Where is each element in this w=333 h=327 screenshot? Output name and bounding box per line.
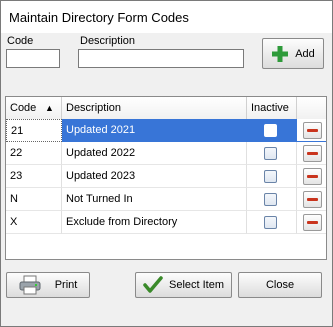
codes-table: Code ▲ Description Inactive 21 Updated 20…: [5, 96, 327, 260]
sort-ascending-icon: ▲: [45, 103, 54, 113]
table-row[interactable]: X Exclude from Directory: [6, 211, 326, 234]
printer-icon: [19, 275, 41, 295]
delete-row-button[interactable]: [303, 168, 322, 185]
minus-icon: [307, 152, 318, 155]
minus-icon: [307, 129, 318, 132]
column-header-inactive[interactable]: Inactive: [247, 97, 297, 119]
cell-code[interactable]: 23: [6, 165, 62, 188]
cell-code[interactable]: X: [6, 211, 62, 234]
description-input[interactable]: [78, 49, 244, 68]
add-button[interactable]: Add: [262, 38, 324, 69]
cell-actions: [297, 211, 326, 234]
dialog-window: Maintain Directory Form Codes Code Descr…: [0, 0, 333, 327]
window-title: Maintain Directory Form Codes: [9, 10, 189, 25]
cell-actions: [297, 165, 326, 188]
table-row[interactable]: 22 Updated 2022: [6, 142, 326, 165]
print-button-label: Print: [54, 279, 78, 291]
delete-row-button[interactable]: [303, 214, 322, 231]
cell-inactive: [247, 119, 297, 142]
cell-actions: [297, 188, 326, 211]
delete-row-button[interactable]: [303, 145, 322, 162]
cell-inactive: [247, 211, 297, 234]
checkmark-icon: [143, 276, 163, 294]
close-button[interactable]: Close: [238, 272, 322, 298]
title-bar: Maintain Directory Form Codes: [1, 1, 332, 33]
cell-description[interactable]: Updated 2021: [62, 119, 247, 142]
cell-actions: [297, 119, 326, 142]
column-header-code[interactable]: Code ▲: [6, 97, 62, 119]
cell-code[interactable]: 22: [6, 142, 62, 165]
close-button-label: Close: [265, 279, 295, 291]
cell-actions: [297, 142, 326, 165]
cell-description[interactable]: Not Turned In: [62, 188, 247, 211]
table-row[interactable]: 21 Updated 2021: [6, 119, 326, 142]
inactive-checkbox[interactable]: [264, 147, 277, 160]
plus-icon: [271, 45, 289, 63]
cell-inactive: [247, 165, 297, 188]
cell-description[interactable]: Updated 2022: [62, 142, 247, 165]
code-label: Code: [7, 35, 34, 47]
cell-description[interactable]: Updated 2023: [62, 165, 247, 188]
inactive-checkbox[interactable]: [264, 193, 277, 206]
delete-row-button[interactable]: [303, 191, 322, 208]
select-item-button-label: Select Item: [168, 279, 225, 291]
table-row[interactable]: 23 Updated 2023: [6, 165, 326, 188]
inactive-checkbox[interactable]: [264, 216, 277, 229]
minus-icon: [307, 198, 318, 201]
description-label: Description: [80, 35, 136, 47]
minus-icon: [307, 221, 318, 224]
code-input[interactable]: [6, 49, 60, 68]
delete-row-button[interactable]: [303, 122, 322, 139]
inactive-checkbox[interactable]: [264, 124, 277, 137]
cell-inactive: [247, 142, 297, 165]
column-header-description[interactable]: Description: [62, 97, 247, 119]
column-header-actions: [297, 97, 326, 119]
cell-code[interactable]: 21: [6, 119, 62, 142]
select-item-button[interactable]: Select Item: [135, 272, 232, 298]
cell-description[interactable]: Exclude from Directory: [62, 211, 247, 234]
inactive-checkbox[interactable]: [264, 170, 277, 183]
minus-icon: [307, 175, 318, 178]
table-row[interactable]: N Not Turned In: [6, 188, 326, 211]
cell-inactive: [247, 188, 297, 211]
table-header: Code ▲ Description Inactive: [6, 97, 326, 120]
print-button[interactable]: Print: [6, 272, 90, 298]
cell-code[interactable]: N: [6, 188, 62, 211]
add-button-label: Add: [295, 47, 315, 60]
